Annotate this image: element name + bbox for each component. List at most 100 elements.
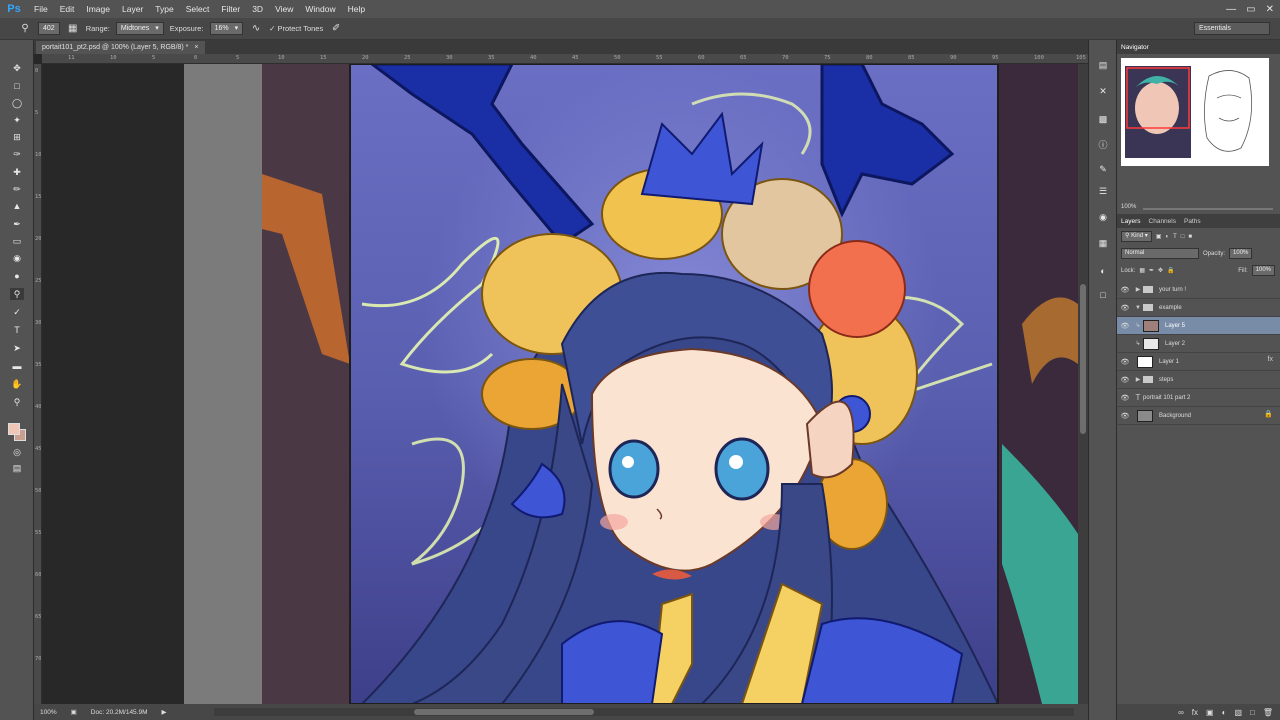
eye-icon[interactable]: 👁 bbox=[1117, 358, 1133, 366]
brush-size-picker[interactable]: 402 bbox=[38, 22, 60, 35]
exposure-input[interactable]: 16% ▾ bbox=[209, 22, 244, 35]
brush-panel-icon[interactable]: ▦ bbox=[66, 22, 80, 36]
zoom-tool-icon[interactable]: ⚲ bbox=[10, 396, 24, 408]
histogram-icon[interactable]: ▩ bbox=[1096, 114, 1110, 126]
tools-preset-icon[interactable]: ✕ bbox=[1096, 86, 1110, 98]
chevron-down-icon[interactable]: ▼ bbox=[1133, 305, 1143, 311]
layer-group-your-turn[interactable]: 👁 ▶ your turn ! bbox=[1117, 281, 1280, 299]
lock-all-icon[interactable]: 🔒 bbox=[1167, 267, 1174, 274]
tab-paths[interactable]: Paths bbox=[1184, 218, 1201, 225]
menu-file[interactable]: File bbox=[28, 0, 54, 18]
workspace-select[interactable]: Essentials bbox=[1194, 22, 1270, 35]
delete-layer-icon[interactable]: 🗑 bbox=[1263, 708, 1273, 717]
menu-3d[interactable]: 3D bbox=[246, 0, 269, 18]
fx-icon[interactable]: fx bbox=[1192, 708, 1198, 717]
maximize-button[interactable]: ▭ bbox=[1246, 4, 1255, 15]
document-tab[interactable]: portait101_pt2.psd @ 100% (Layer 5, RGB/… bbox=[36, 41, 205, 54]
tab-navigator[interactable]: Navigator bbox=[1121, 44, 1149, 51]
navigator-thumbnail[interactable] bbox=[1121, 58, 1269, 166]
close-button[interactable]: ✕ bbox=[1266, 4, 1274, 15]
history-icon[interactable]: ▤ bbox=[1096, 60, 1110, 72]
menu-window[interactable]: Window bbox=[299, 0, 341, 18]
crop-tool-icon[interactable]: ⊞ bbox=[10, 131, 24, 143]
artwork-canvas[interactable] bbox=[262, 64, 1078, 704]
brush-presets-icon[interactable]: ✎ bbox=[1096, 164, 1110, 176]
dodge-tool-icon[interactable]: ⚲ bbox=[10, 288, 24, 300]
horizontal-scrollbar[interactable] bbox=[214, 708, 1074, 716]
menu-filter[interactable]: Filter bbox=[215, 0, 246, 18]
eye-icon[interactable]: 👁 bbox=[1117, 304, 1133, 312]
share-icon[interactable]: ▣ bbox=[71, 708, 77, 716]
new-group-icon[interactable]: ▧ bbox=[1234, 708, 1242, 717]
styles-icon[interactable]: □ bbox=[1096, 290, 1110, 302]
info-icon[interactable]: ⓘ bbox=[1096, 138, 1110, 150]
filter-pixel-icon[interactable]: ▣ bbox=[1156, 233, 1162, 240]
lock-transparent-icon[interactable]: ▦ bbox=[1139, 267, 1145, 274]
menu-layer[interactable]: Layer bbox=[116, 0, 149, 18]
close-tab-icon[interactable]: × bbox=[194, 41, 198, 54]
eraser-tool-icon[interactable]: ▭ bbox=[10, 235, 24, 247]
add-mask-icon[interactable]: ▣ bbox=[1206, 708, 1214, 717]
menu-select[interactable]: Select bbox=[180, 0, 216, 18]
play-icon[interactable]: ▶ bbox=[162, 708, 167, 716]
filter-adjustment-icon[interactable]: ◐ bbox=[1165, 234, 1169, 240]
eye-icon[interactable]: 👁 bbox=[1117, 322, 1133, 330]
filter-shape-icon[interactable]: □ bbox=[1181, 234, 1185, 240]
layer-2[interactable]: ↳ Layer 2 bbox=[1117, 335, 1280, 353]
dodge-tool-icon[interactable]: ⚲ bbox=[18, 22, 32, 36]
layer-text-title[interactable]: 👁 T portrait 101 part 2 bbox=[1117, 389, 1280, 407]
lasso-tool-icon[interactable]: ◯ bbox=[10, 97, 24, 109]
layer-group-example[interactable]: 👁 ▼ example bbox=[1117, 299, 1280, 317]
quick-select-tool-icon[interactable]: ✦ bbox=[10, 114, 24, 126]
layer-fx-badge[interactable]: fx bbox=[1268, 356, 1273, 363]
menu-edit[interactable]: Edit bbox=[54, 0, 81, 18]
pen-tool-icon[interactable]: ✓ bbox=[10, 306, 24, 318]
fill-input[interactable]: 100% bbox=[1251, 265, 1275, 276]
eye-icon[interactable]: 👁 bbox=[1117, 286, 1133, 294]
foreground-color-swatch[interactable] bbox=[8, 423, 20, 435]
vertical-scrollbar[interactable] bbox=[1078, 64, 1088, 704]
eye-icon[interactable]: 👁 bbox=[1117, 394, 1133, 402]
vertical-scroll-thumb[interactable] bbox=[1080, 284, 1086, 434]
adjustments-icon[interactable]: ☰ bbox=[1096, 186, 1110, 198]
menu-view[interactable]: View bbox=[269, 0, 299, 18]
filter-smart-icon[interactable]: ■ bbox=[1188, 234, 1192, 240]
quick-mask-icon[interactable]: ◎ bbox=[10, 446, 24, 458]
navigator-zoom-slider[interactable] bbox=[1143, 208, 1273, 210]
link-layers-icon[interactable]: ∞ bbox=[1178, 708, 1184, 717]
color-icon[interactable]: ◐ bbox=[1096, 266, 1110, 278]
move-tool-icon[interactable]: ✥ bbox=[10, 62, 24, 74]
tab-layers[interactable]: Layers bbox=[1121, 218, 1141, 225]
tab-channels[interactable]: Channels bbox=[1149, 218, 1176, 225]
eye-icon[interactable]: 👁 bbox=[1117, 376, 1133, 384]
protect-tones-checkbox[interactable]: ✓ Protect Tones bbox=[269, 24, 323, 33]
menu-image[interactable]: Image bbox=[80, 0, 116, 18]
menu-help[interactable]: Help bbox=[342, 0, 371, 18]
blur-tool-icon[interactable]: ● bbox=[10, 270, 24, 282]
eyedropper-tool-icon[interactable]: ✑ bbox=[10, 148, 24, 160]
swatches-icon[interactable]: ▦ bbox=[1096, 238, 1110, 250]
hand-tool-icon[interactable]: ✋ bbox=[10, 378, 24, 390]
lock-position-icon[interactable]: ✥ bbox=[1158, 267, 1163, 274]
layer-5[interactable]: 👁 ↳ Layer 5 bbox=[1117, 317, 1280, 335]
path-selection-tool-icon[interactable]: ➤ bbox=[10, 342, 24, 354]
channels-icon[interactable]: ◉ bbox=[1096, 212, 1110, 224]
adjustment-layer-icon[interactable]: ◐ bbox=[1222, 708, 1227, 717]
chevron-right-icon[interactable]: ▶ bbox=[1133, 286, 1143, 293]
zoom-level[interactable]: 100% bbox=[40, 709, 57, 716]
clone-stamp-tool-icon[interactable]: ▲ bbox=[10, 200, 24, 212]
layer-group-steps[interactable]: 👁 ▶ steps bbox=[1117, 371, 1280, 389]
layer-1[interactable]: 👁 Layer 1 fx bbox=[1117, 353, 1280, 371]
chevron-right-icon[interactable]: ▶ bbox=[1133, 376, 1143, 383]
menu-type[interactable]: Type bbox=[149, 0, 179, 18]
filter-type-icon[interactable]: T bbox=[1173, 234, 1177, 240]
blend-mode-select[interactable]: Normal bbox=[1121, 248, 1199, 259]
minimize-button[interactable]: — bbox=[1226, 4, 1236, 15]
screen-mode-icon[interactable]: ▤ bbox=[10, 462, 24, 474]
paint-bucket-tool-icon[interactable]: ◉ bbox=[10, 252, 24, 264]
history-brush-tool-icon[interactable]: ✒ bbox=[10, 218, 24, 230]
type-tool-icon[interactable]: T bbox=[10, 324, 24, 336]
kind-filter-select[interactable]: ⚲ Kind ▾ bbox=[1121, 231, 1152, 242]
brush-tool-icon[interactable]: ✏ bbox=[10, 183, 24, 195]
rectangle-tool-icon[interactable]: ▬ bbox=[10, 360, 24, 372]
